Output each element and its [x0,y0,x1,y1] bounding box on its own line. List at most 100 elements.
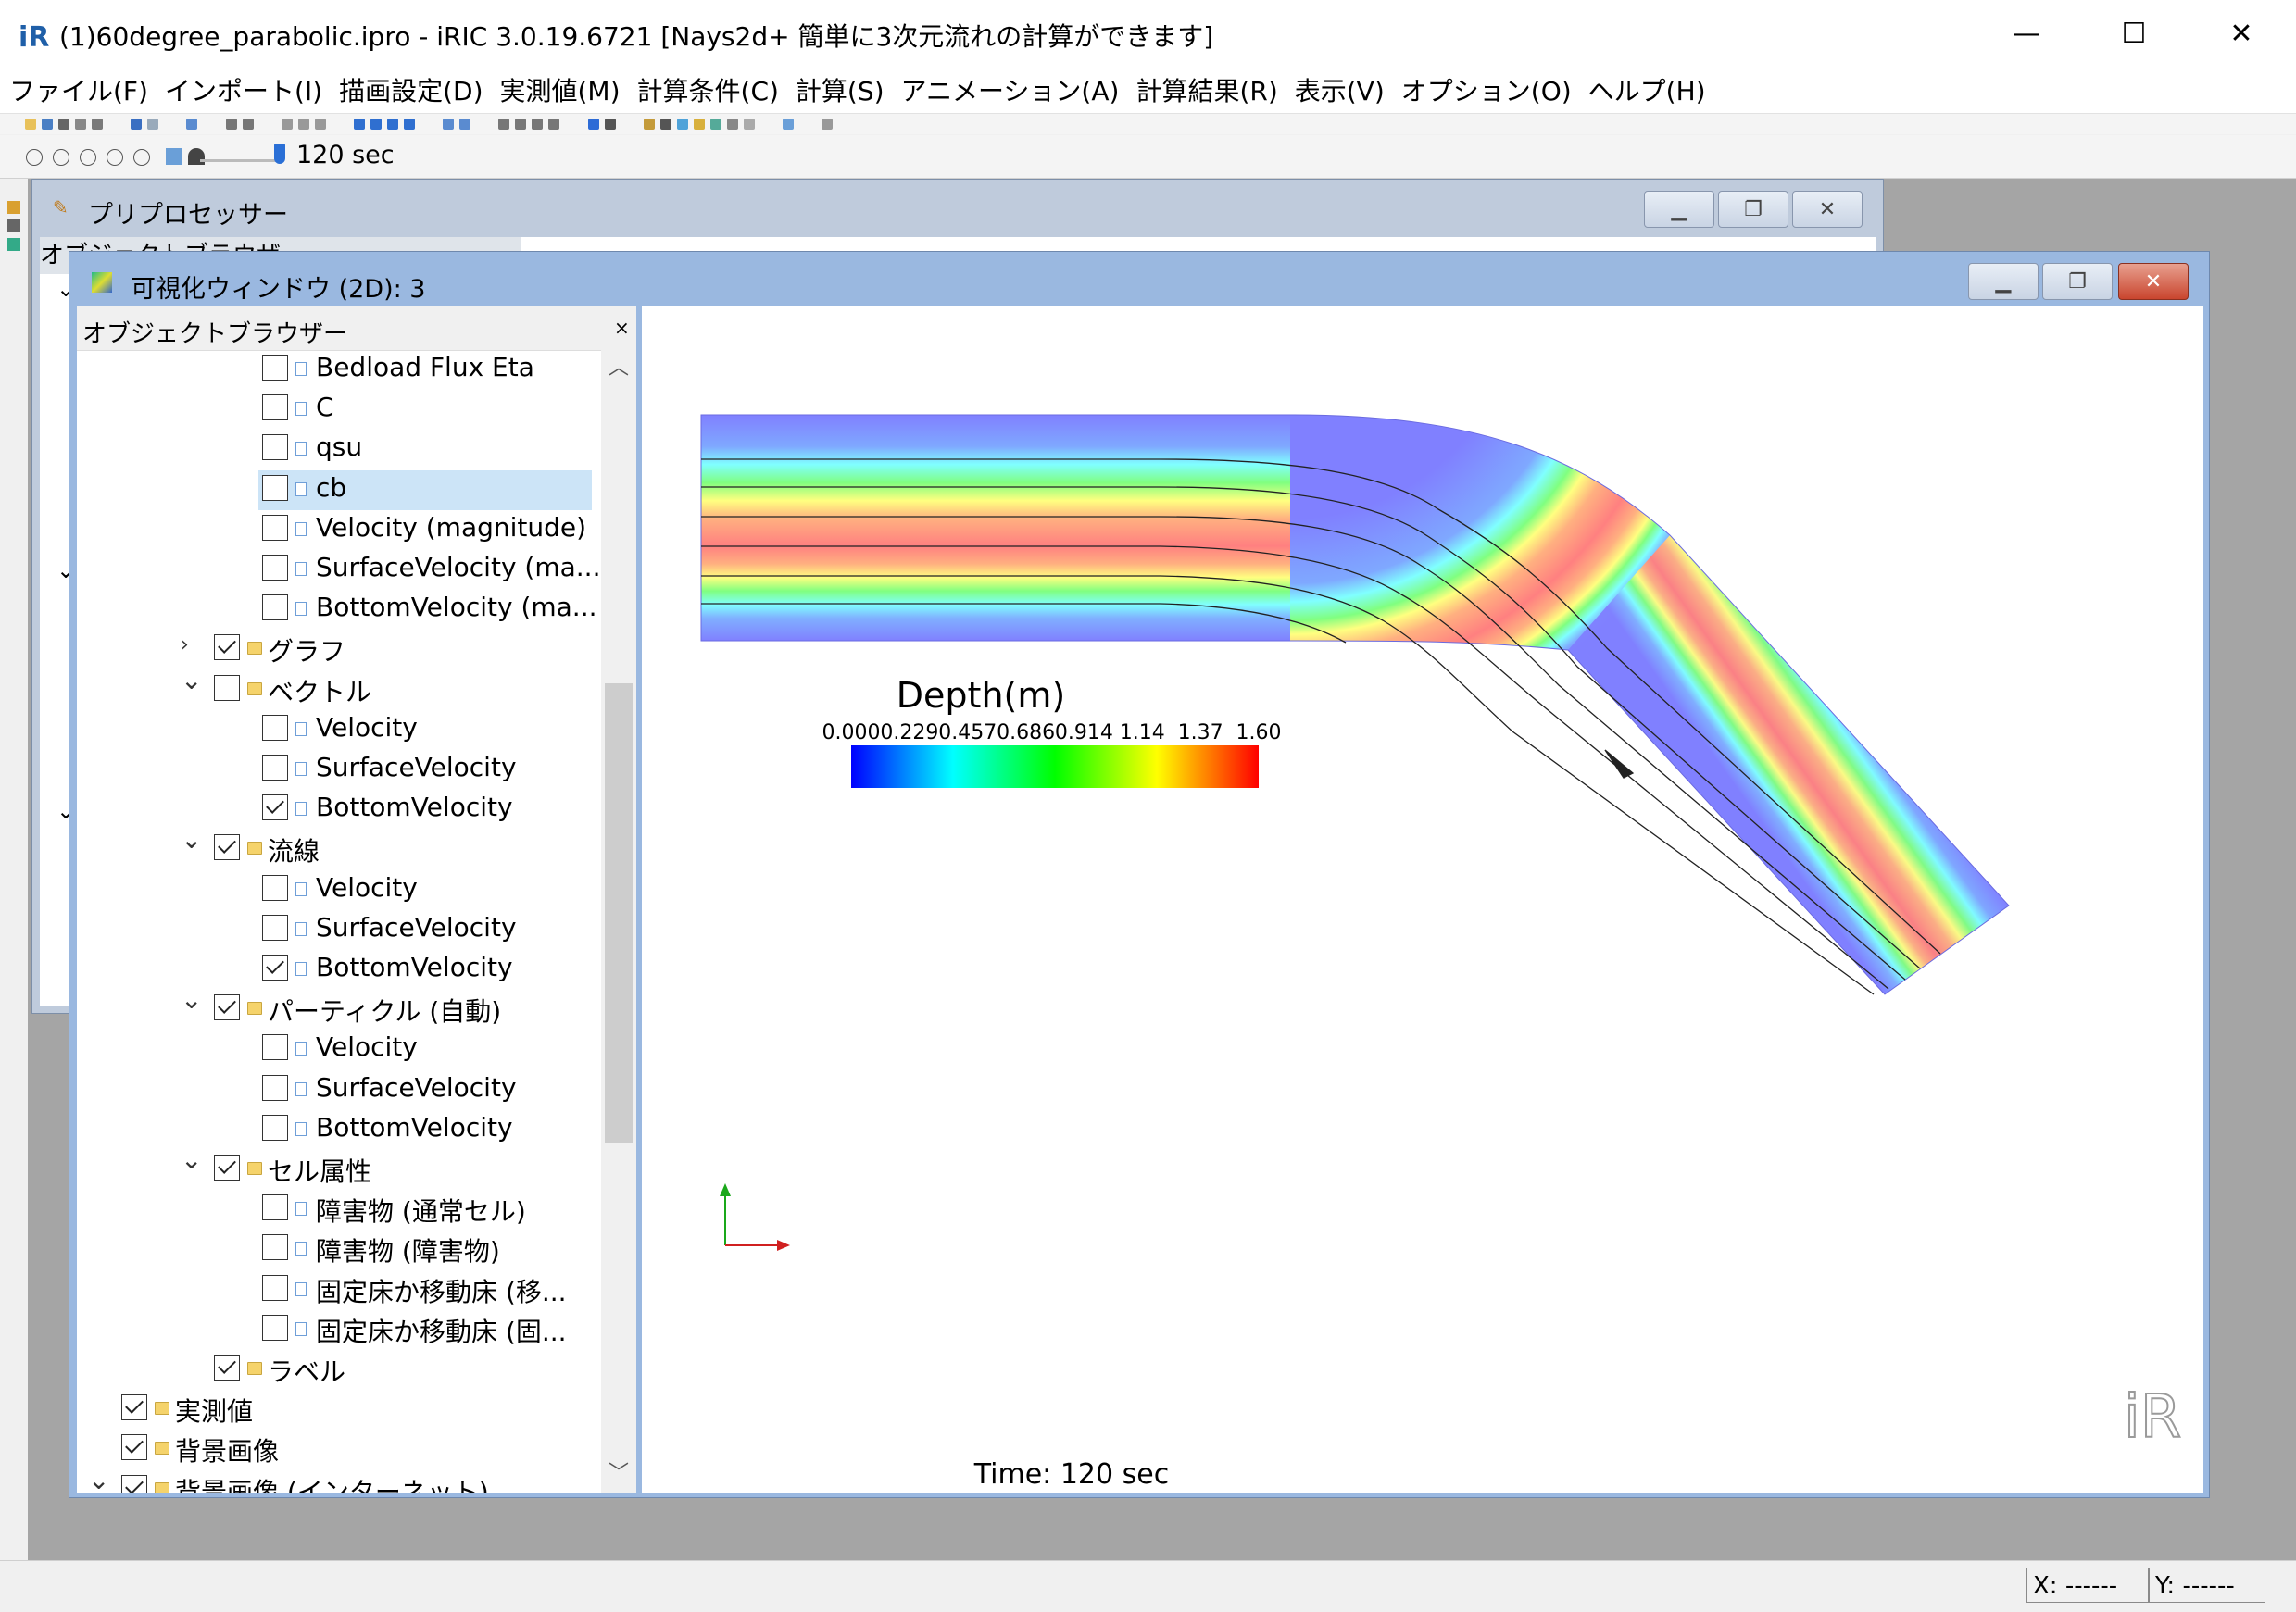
menu-file[interactable]: ファイル(F) [0,71,156,108]
info-icon[interactable] [822,119,834,130]
tree-item[interactable]: ⌄ パーティクル (自動) [77,984,601,1030]
tree-checkbox[interactable] [262,714,288,741]
scroll-thumb[interactable] [605,683,633,1143]
tree-item[interactable]: BottomVelocity (ma... [77,590,601,630]
collapsed-arrow-icon[interactable]: › [181,633,189,656]
scroll-down-icon[interactable]: ﹀ [601,1456,636,1493]
tree-checkbox[interactable] [262,794,288,821]
tree-checkbox[interactable] [262,1314,288,1341]
view-yz-icon[interactable] [297,119,309,130]
tree-item[interactable]: C [77,390,601,430]
tree-item[interactable]: 背景画像 [77,1430,601,1469]
tree-item[interactable]: SurfaceVelocity [77,750,601,790]
tree-item[interactable]: SurfaceVelocity [77,910,601,950]
tree-item[interactable]: 固定床か移動床 (移... [77,1270,601,1310]
redo-icon[interactable] [147,119,159,130]
menu-calc-conditions[interactable]: 計算条件(C) [628,71,786,108]
tree-checkbox[interactable] [262,594,288,621]
tree-scrollbar[interactable]: ︿ ﹀ [601,350,636,1493]
tree-checkbox[interactable] [262,1034,288,1061]
tree-checkbox[interactable] [262,1194,288,1221]
first-frame-icon[interactable] [26,149,43,166]
viz-icon[interactable] [7,238,20,251]
pre-minimize-button[interactable]: ▁ [1644,191,1714,228]
tree-checkbox[interactable] [121,1474,147,1493]
tree-checkbox[interactable] [262,1074,288,1101]
zoom-in-icon[interactable] [443,119,455,130]
tree-item[interactable]: SurfaceVelocity [77,1070,601,1110]
flip-icon[interactable] [532,119,544,130]
tree-checkbox[interactable] [262,394,288,421]
followup-icon[interactable] [166,148,183,165]
chart-icon[interactable] [726,119,738,130]
expanded-arrow-icon[interactable]: ⌄ [181,1144,202,1175]
tree-item[interactable]: ⌄ 背景画像 (インターネット) [77,1465,601,1493]
tree-item[interactable]: qsu [77,430,601,469]
tree-checkbox[interactable] [214,994,240,1021]
tree-checkbox[interactable] [262,1274,288,1301]
expanded-arrow-icon[interactable]: ⌄ [88,1465,109,1493]
stop-icon[interactable] [604,119,616,130]
camera-icon[interactable] [187,148,205,165]
menu-import[interactable]: インポート(I) [156,71,330,108]
export-icon[interactable] [92,119,103,130]
pencil-icon[interactable] [7,201,20,214]
move-up-icon[interactable] [386,119,398,130]
tree-item[interactable]: SurfaceVelocity (ma... [77,550,601,590]
tree-checkbox[interactable] [262,474,288,501]
tree-checkbox[interactable] [214,674,240,701]
tree-item[interactable]: Velocity [77,1030,601,1069]
tree-checkbox[interactable] [214,1155,240,1181]
edit-icon[interactable] [643,119,655,130]
tree-item[interactable]: ⌄ 流線 [77,824,601,869]
tree-item[interactable]: Bedload Flux Eta [77,350,601,390]
snapshot-icon[interactable] [58,119,69,130]
move-right-icon[interactable] [370,119,382,130]
globe-icon[interactable] [782,119,794,130]
tree-checkbox[interactable] [214,834,240,861]
tree-checkbox[interactable] [121,1434,147,1461]
tree-item[interactable]: BottomVelocity [77,950,601,990]
menu-options[interactable]: オプション(O) [1392,71,1579,108]
maximize-button[interactable]: ☐ [2080,0,2188,67]
play-icon[interactable] [80,149,97,166]
tree-item[interactable]: ⌄ セル属性 [77,1144,601,1190]
scroll-up-icon[interactable]: ︿ [601,350,636,387]
view-zx-icon[interactable] [314,119,326,130]
viz-restore-button[interactable]: ❐ [2042,263,2113,300]
tree-item[interactable]: BottomVelocity [77,1110,601,1150]
viz-2d-icon[interactable] [676,119,688,130]
menu-animation[interactable]: アニメーション(A) [892,71,1127,108]
menu-results[interactable]: 計算結果(R) [1126,71,1285,108]
close-button[interactable]: ✕ [2188,0,2295,67]
menu-measured-values[interactable]: 実測値(M) [491,71,628,108]
tree-item[interactable]: cb [258,469,592,510]
fit-icon[interactable] [225,119,237,130]
time-slider-thumb[interactable] [274,144,285,164]
viz-close-button[interactable]: ✕ [2118,263,2189,300]
tree-item[interactable]: BottomVelocity [77,790,601,830]
tree-item[interactable]: 障害物 (障害物) [77,1230,601,1269]
object-browser-close-icon[interactable]: × [614,317,630,339]
step-back-icon[interactable] [53,149,70,166]
last-frame-icon[interactable] [133,149,151,166]
pre-restore-button[interactable]: ❐ [1718,191,1788,228]
tree-item[interactable]: 実測値 [77,1390,601,1430]
tree-checkbox[interactable] [262,874,288,901]
zoom-icon[interactable] [186,119,198,130]
menu-view[interactable]: 表示(V) [1286,71,1392,108]
menu-draw-settings[interactable]: 描画設定(D) [330,71,490,108]
reset-rotation-icon[interactable] [242,119,254,130]
undo-icon[interactable] [131,119,143,130]
tree-item[interactable]: Velocity (magnitude) [77,510,601,550]
zoom-out-icon[interactable] [459,119,471,130]
tree-item[interactable]: ⌄ ベクトル [77,665,601,710]
move-down-icon[interactable] [403,119,415,130]
window-icon[interactable] [659,119,671,130]
tree-checkbox[interactable] [262,955,288,981]
continuous-snapshot-icon[interactable] [75,119,86,130]
tree-checkbox[interactable] [262,1114,288,1141]
tree-checkbox[interactable] [262,434,288,461]
move-left-icon[interactable] [353,119,365,130]
view-xy-icon[interactable] [281,119,293,130]
